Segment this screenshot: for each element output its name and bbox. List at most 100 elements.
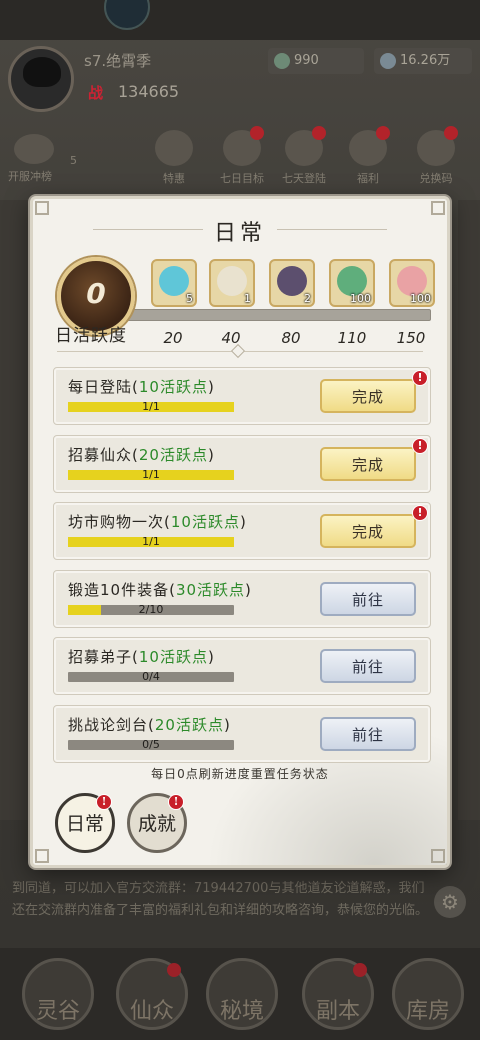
task-progress-bar: 1/1 bbox=[68, 400, 234, 413]
task-name: 每日登陆(10活跃点) bbox=[68, 378, 215, 396]
alert-dot bbox=[444, 126, 458, 140]
reset-note: 每日0点刷新进度重置任务状态 bbox=[151, 767, 329, 781]
launch-ranking-banner: 开服冲榜 5 bbox=[8, 134, 77, 184]
nav-dungeon: 副本 bbox=[302, 958, 374, 1030]
threshold-label: 150 bbox=[396, 329, 426, 347]
activity-value: 0 bbox=[86, 277, 106, 310]
task-progress-text: 1/1 bbox=[142, 535, 160, 548]
tab-daily[interactable]: 日常 ! bbox=[55, 793, 115, 853]
task-row: 锻造10件装备(30活跃点) 2/10 前往 bbox=[53, 569, 431, 628]
nav-secret-realm: 秘境 bbox=[206, 958, 278, 1030]
corner-ornament bbox=[35, 849, 49, 863]
gear-icon: ⚙ bbox=[434, 886, 466, 918]
task-name: 招募弟子(10活跃点) bbox=[68, 648, 215, 666]
reward-chest-110[interactable]: 100 bbox=[329, 259, 375, 307]
activity-progress-track bbox=[125, 309, 431, 321]
task-name: 坊市购物一次(10活跃点) bbox=[68, 513, 247, 531]
task-progress-bar: 2/10 bbox=[68, 602, 234, 616]
alert-dot bbox=[250, 126, 264, 140]
task-progress-text: 2/10 bbox=[138, 602, 164, 616]
task-progress-text: 0/5 bbox=[142, 737, 160, 751]
avatar bbox=[8, 46, 74, 112]
task-row: 坊市购物一次(10活跃点) 1/1 完成! bbox=[53, 502, 431, 560]
complete-button[interactable]: 完成 bbox=[320, 379, 416, 413]
reward-count: 2 bbox=[304, 292, 311, 305]
resource-jade: 990 bbox=[268, 48, 364, 74]
combat-power: 134665 bbox=[118, 82, 180, 101]
reward-chest-150[interactable]: 100 bbox=[389, 259, 435, 307]
task-progress-bar: 1/1 bbox=[68, 535, 234, 548]
feature-redeem-code: 兑换码 bbox=[412, 126, 460, 186]
task-points: 20活跃点 bbox=[154, 715, 224, 734]
go-button[interactable]: 前往 bbox=[320, 581, 416, 616]
threshold-label: 40 bbox=[221, 329, 241, 347]
stone-icon bbox=[380, 53, 396, 69]
task-points: 20活跃点 bbox=[138, 445, 208, 464]
feature-seven-day-goal: 七日目标 bbox=[218, 126, 266, 186]
resource-stone: 16.26万 bbox=[374, 48, 472, 74]
top-strip bbox=[0, 0, 480, 40]
task-row: 招募弟子(10活跃点) 0/4 前往 bbox=[53, 637, 431, 695]
go-button[interactable]: 前往 bbox=[320, 716, 416, 751]
scroll-icon bbox=[217, 266, 247, 296]
task-row: 招募仙众(20活跃点) 1/1 完成! bbox=[53, 434, 431, 493]
right-side-menu bbox=[458, 200, 480, 820]
alert-dot: ! bbox=[168, 794, 184, 810]
task-points: 30活跃点 bbox=[175, 580, 246, 599]
pouch-icon bbox=[277, 266, 307, 296]
reward-count: 100 bbox=[350, 292, 371, 305]
task-name: 锻造10件装备(30活跃点) bbox=[68, 580, 252, 599]
tab-daily-label: 日常 bbox=[65, 813, 104, 835]
alert-dot: ! bbox=[96, 794, 112, 810]
go-button[interactable]: 前往 bbox=[320, 649, 416, 683]
power-badge: 战 bbox=[88, 84, 104, 102]
dialog-title: 日常 bbox=[213, 221, 266, 246]
reward-chest-40[interactable]: 1 bbox=[209, 259, 255, 307]
corner-ornament bbox=[431, 201, 445, 215]
task-progress-bar: 0/5 bbox=[68, 737, 234, 751]
community-notice: 到同道，可以加入官方交流群：719442700与其他道友论道解惑，我们还在交流群… bbox=[12, 881, 429, 918]
task-points: 10活跃点 bbox=[170, 513, 240, 531]
task-name: 招募仙众(20活跃点) bbox=[68, 445, 215, 464]
feature-seven-day-login: 七天登陆 bbox=[280, 126, 328, 186]
feature-welfare: 福利 bbox=[344, 126, 392, 186]
task-progress-text: 0/4 bbox=[142, 670, 160, 683]
nav-warehouse: 库房 bbox=[392, 958, 464, 1030]
left-side-menu bbox=[0, 200, 28, 820]
task-progress-bar: 0/4 bbox=[68, 670, 234, 683]
tab-achievements[interactable]: 成就 ! bbox=[127, 793, 187, 853]
task-progress-bar: 1/1 bbox=[68, 467, 234, 481]
alert-dot: ! bbox=[412, 437, 428, 454]
task-row: 挑战论剑台(20活跃点) 0/5 前往 bbox=[53, 704, 431, 763]
alert-dot bbox=[353, 963, 367, 977]
alert-dot bbox=[376, 126, 390, 140]
reward-count: 5 bbox=[186, 292, 193, 305]
complete-button[interactable]: 完成 bbox=[320, 514, 416, 548]
threshold-label: 80 bbox=[281, 329, 301, 347]
alert-dot bbox=[167, 963, 181, 977]
complete-button[interactable]: 完成 bbox=[320, 446, 416, 481]
activity-label: 日活跃度 bbox=[55, 326, 127, 346]
task-progress-text: 1/1 bbox=[142, 467, 160, 481]
player-header: s7.绝霄季 战 134665 990 16.26万 bbox=[0, 40, 480, 114]
reward-chest-20[interactable]: 5 bbox=[151, 259, 197, 307]
alert-dot: ! bbox=[412, 505, 428, 521]
reward-count: 1 bbox=[244, 292, 251, 305]
corner-ornament bbox=[35, 201, 49, 215]
nav-immortals: 仙众 bbox=[116, 958, 188, 1030]
jade-icon bbox=[274, 53, 290, 69]
bottom-nav: 灵谷 仙众 秘境 副本 库房 bbox=[0, 948, 480, 1040]
task-points: 10活跃点 bbox=[138, 648, 208, 666]
jade-token-icon bbox=[159, 266, 189, 296]
alert-dot: ! bbox=[412, 370, 428, 386]
nav-spirit-valley: 灵谷 bbox=[22, 958, 94, 1030]
reward-chest-80[interactable]: 2 bbox=[269, 259, 315, 307]
server-name: s7.绝霄季 bbox=[84, 52, 152, 70]
tab-achievements-label: 成就 bbox=[137, 813, 176, 835]
gift-bag-icon bbox=[155, 130, 193, 166]
alert-dot bbox=[312, 126, 326, 140]
daily-tasks-dialog: 日常 0 日活跃度 5 1 2 100 100 20 40 80 110 150… bbox=[30, 196, 450, 868]
threshold-label: 20 bbox=[163, 329, 183, 347]
task-points: 10活跃点 bbox=[138, 378, 208, 396]
task-progress-text: 1/1 bbox=[142, 400, 160, 413]
